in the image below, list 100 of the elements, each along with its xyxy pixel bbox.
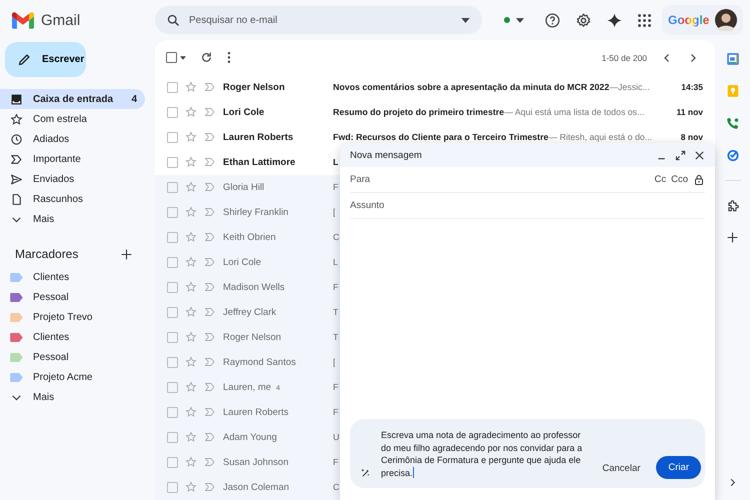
email-time: 8 nov [680,132,703,142]
star-icon[interactable] [185,131,197,143]
row-checkbox[interactable] [167,282,178,292]
star-icon[interactable] [185,231,197,243]
importance-marker-icon[interactable] [204,256,216,268]
row-checkbox[interactable] [167,82,178,92]
importance-marker-icon[interactable] [204,406,216,418]
star-icon[interactable] [185,481,197,493]
row-checkbox[interactable] [167,382,178,392]
row-checkbox[interactable] [167,106,178,118]
settings-icon[interactable] [575,12,592,28]
puzzle-icon[interactable] [726,199,740,213]
importance-marker-icon[interactable] [204,481,216,493]
dropdown-caret-icon[interactable] [461,18,470,23]
notes-icon[interactable] [726,84,740,98]
add-icon[interactable] [726,231,739,244]
star-icon[interactable] [185,456,197,468]
importance-marker-icon[interactable] [204,381,216,393]
importance-marker-icon[interactable] [204,231,216,243]
avatar-icon[interactable] [715,9,738,31]
row-checkbox[interactable] [167,482,178,492]
star-icon[interactable] [185,281,197,293]
sparkle-icon[interactable] [606,12,623,28]
lock-icon[interactable] [693,174,705,186]
star-icon[interactable] [185,306,197,318]
row-checkbox[interactable] [167,232,178,242]
star-icon[interactable] [185,206,197,218]
add-icon[interactable] [120,248,133,260]
app-name: Gmail [41,12,80,28]
nav-item[interactable]: Adiados [0,129,145,149]
importance-marker-icon[interactable] [204,456,216,468]
prompt-field[interactable]: Escreva uma nota de agradecimento ao professor do meu filho agradecendo por nos convidar para a Cerimônia de Formatura e pergunte que ajuda ele precisa. [381,429,586,479]
importance-marker-icon[interactable] [204,156,216,168]
row-checkbox[interactable] [167,256,178,268]
label-item[interactable]: Pessoal [0,347,145,367]
star-icon[interactable] [185,106,197,118]
nav-item[interactable]: Mais [0,387,145,407]
expand-icon[interactable] [675,150,686,160]
importance-marker-icon[interactable] [204,131,216,143]
caret-icon[interactable] [180,56,186,60]
compose-button[interactable]: Escrever [5,42,86,77]
importance-marker-icon[interactable] [204,81,216,93]
importance-marker-icon[interactable] [204,106,216,118]
row-checkbox[interactable] [167,156,178,168]
label-item[interactable]: Projeto Trevo [0,307,145,327]
page-range: 1-50 de 200 [602,52,647,62]
close-icon[interactable] [694,150,705,160]
row-checkbox[interactable] [167,206,178,218]
star-icon[interactable] [185,181,197,193]
row-checkbox[interactable] [167,182,178,192]
row-checkbox[interactable] [167,432,178,442]
more-options-icon[interactable] [227,51,231,64]
apps-grid-icon[interactable] [637,12,652,28]
label-item[interactable]: Clientes [0,327,145,347]
nav-item[interactable]: Enviados [0,169,145,189]
status-dropdown[interactable] [504,17,524,23]
importance-marker-icon[interactable] [204,431,216,443]
star-icon[interactable] [185,431,197,443]
help-icon[interactable] [544,12,561,28]
star-icon[interactable] [185,156,197,168]
refresh-icon[interactable] [200,51,213,64]
row-checkbox[interactable] [167,332,178,342]
importance-marker-icon[interactable] [204,331,216,343]
star-icon[interactable] [185,381,197,393]
nav-item[interactable]: Mais [0,209,145,229]
cancel-button[interactable]: Cancelar [596,458,646,479]
cc-link[interactable]: Cc [654,174,666,185]
phone-icon[interactable] [726,116,740,130]
account-switcher[interactable]: Google [662,5,744,35]
bcc-link[interactable]: Cco [671,174,688,185]
calendar-icon[interactable] [726,52,740,66]
importance-marker-icon[interactable] [204,356,216,368]
pencil-icon [17,52,32,67]
search-field[interactable]: Pesquisar no e-mail [155,6,482,34]
create-button[interactable]: Criar [656,456,701,479]
row-checkbox[interactable] [167,306,178,318]
tasks-icon[interactable] [726,148,740,162]
star-icon[interactable] [185,406,197,418]
row-checkbox[interactable] [167,406,178,418]
magic-pen-icon[interactable] [360,466,372,479]
label-item[interactable]: Pessoal [0,287,145,307]
label-item[interactable]: Clientes [0,267,145,287]
nav-item[interactable]: Com estrela [0,109,145,129]
star-icon[interactable] [185,256,197,268]
label-item[interactable]: Projeto Acme [0,367,145,387]
importance-marker-icon[interactable] [204,181,216,193]
email-subject: [ [333,207,336,217]
importance-marker-icon[interactable] [204,306,216,318]
row-checkbox[interactable] [167,356,178,368]
star-icon[interactable] [185,356,197,368]
row-checkbox[interactable] [167,132,178,142]
star-icon[interactable] [185,331,197,343]
row-checkbox[interactable] [167,456,178,468]
nav-item[interactable]: Importante [0,149,145,169]
nav-item[interactable]: Rascunhos [0,189,145,209]
importance-marker-icon[interactable] [204,281,216,293]
select-all-checkbox[interactable] [166,52,177,63]
nav-item[interactable]: Caixa de entrada 4 [0,89,145,109]
star-icon[interactable] [185,81,197,93]
importance-marker-icon[interactable] [204,206,216,218]
